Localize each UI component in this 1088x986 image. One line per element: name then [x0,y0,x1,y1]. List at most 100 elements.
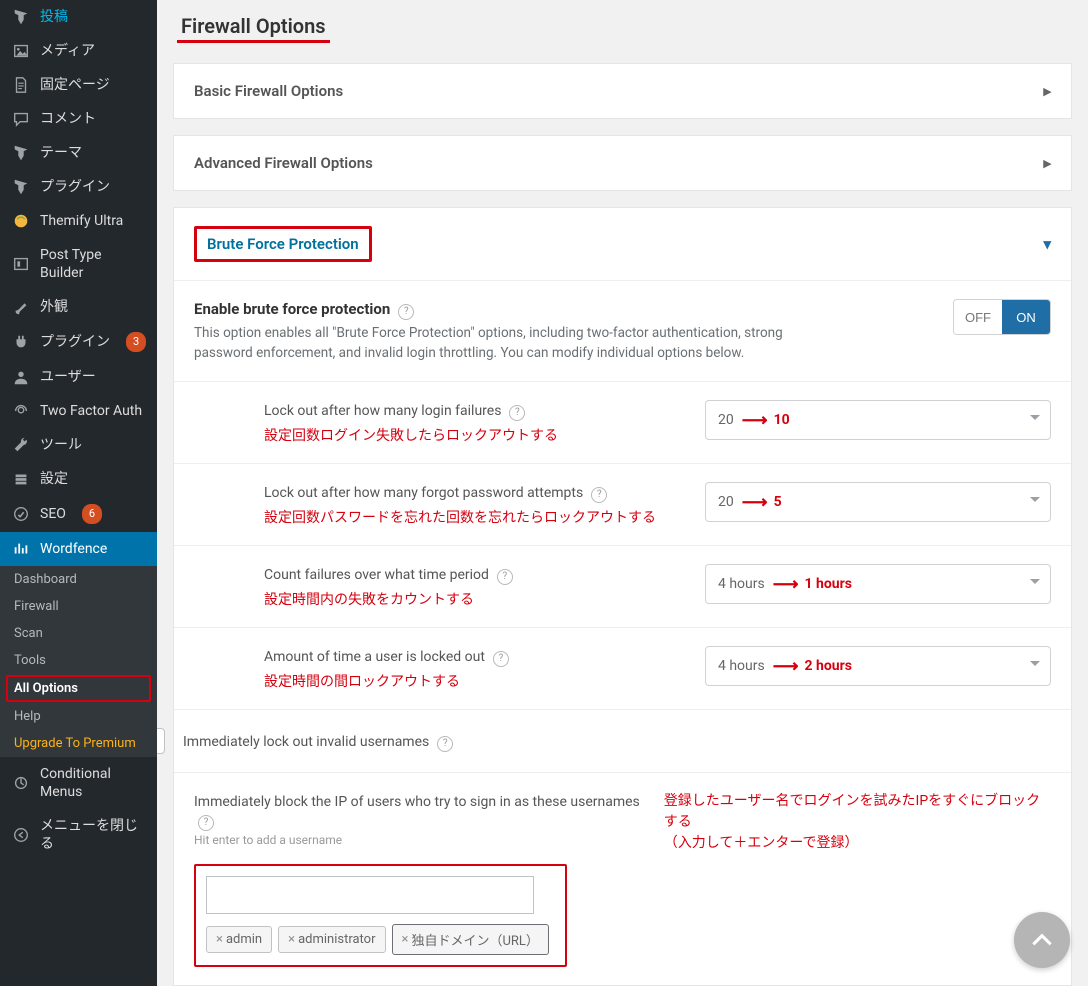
user-icon [12,368,30,386]
panel-advanced[interactable]: Advanced Firewall Options ▸ [173,135,1072,191]
opt-select-3[interactable]: 4 hours ⟶ 2 hours [705,646,1051,686]
username-tag[interactable]: ×admin [206,926,272,953]
sidebar-item-label: ツール [40,436,82,454]
sidebar-post-item-0[interactable]: Conditional Menus [0,757,157,809]
cond-icon [12,774,30,792]
ptb-icon [12,255,30,273]
immediate-invalid-row: Immediately lock out invalid usernames ? [174,710,1071,773]
enable-brute-row: Enable brute force protection ? This opt… [174,281,1071,382]
badge: 6 [82,504,102,524]
block-ip-label: Immediately block the IP of users who tr… [194,794,640,810]
opt-select-2[interactable]: 4 hours ⟶ 1 hours [705,564,1051,604]
sidebar-item-label: SEO [40,505,66,523]
tools-icon [12,436,30,454]
plugin-icon [12,333,30,351]
media-icon [12,42,30,60]
help-icon[interactable]: ? [398,304,414,320]
pin-icon [12,144,30,162]
sidebar-item-3[interactable]: コメント [0,102,157,136]
sidebar-item-10[interactable]: ユーザー [0,360,157,394]
settings-icon [12,470,30,488]
chevron-down-icon [1030,415,1040,425]
wf-icon [12,540,30,558]
sidebar-subitem-5[interactable]: Help [0,703,157,730]
opt-select-1[interactable]: 20 ⟶ 5 [705,482,1051,522]
2fa-icon [12,402,30,420]
sidebar-item-label: テーマ [40,144,82,162]
block-ip-tags-box: ×admin×administrator ×独自ドメイン（URL） [194,864,567,967]
remove-tag-icon[interactable]: × [402,932,409,947]
remove-tag-icon[interactable]: × [288,932,295,947]
opt-label: Lock out after how many forgot password … [264,485,583,501]
chevron-up-icon [1029,927,1055,953]
sidebar-item-0[interactable]: 投稿 [0,0,157,34]
sidebar-subitem-6[interactable]: Upgrade To Premium [0,730,157,757]
page-icon [12,76,30,94]
sidebar-item-8[interactable]: 外観 [0,290,157,324]
sidebar-item-4[interactable]: テーマ [0,136,157,170]
opt-select-0[interactable]: 20 ⟶ 10 [705,400,1051,440]
sidebar-item-14[interactable]: SEO 6 [0,496,157,532]
sidebar-item-2[interactable]: 固定ページ [0,68,157,102]
panel-brute-header[interactable]: Brute Force Protection ▾ [174,208,1071,280]
badge: 3 [126,332,146,352]
select-value: 4 hours [718,576,765,592]
chevron-down-icon: ▾ [1043,235,1051,253]
help-icon[interactable]: ? [437,736,453,752]
panel-basic[interactable]: Basic Firewall Options ▸ [173,63,1072,119]
opt-row-2: Count failures over what time period ? 設… [174,546,1071,628]
sidebar-item-label: Themify Ultra [40,212,123,230]
sidebar-subitem-4[interactable]: All Options [6,675,151,702]
chevron-right-icon: ▸ [1043,82,1051,100]
pin-icon [12,178,30,196]
sidebar-subitem-3[interactable]: Tools [0,647,157,674]
sidebar-item-1[interactable]: メディア [0,34,157,68]
opt-label: Lock out after how many login failures [264,403,501,419]
sidebar-post-item-1[interactable]: メニューを閉じる [0,809,157,861]
username-tag[interactable]: ×独自ドメイン（URL） [392,924,549,955]
panel-basic-label: Basic Firewall Options [194,82,343,100]
sidebar-subitem-0[interactable]: Dashboard [0,566,157,593]
toggle-off[interactable]: OFF [954,300,1002,334]
sidebar-item-label: 外観 [40,298,68,316]
help-icon[interactable]: ? [509,405,525,421]
sidebar-item-label: Post Type Builder [40,246,147,282]
select-value: 20 [718,412,734,428]
enable-brute-toggle[interactable]: OFF ON [953,299,1051,335]
opt-note: 設定回数ログイン失敗したらロックアウトする [264,425,685,445]
help-icon[interactable]: ? [493,651,509,667]
sidebar-item-7[interactable]: Post Type Builder [0,238,157,290]
select-recommended: 2 hours [805,658,852,674]
opt-note: 設定回数パスワードを忘れた回数を忘れたらロックアウトする [264,507,685,527]
arrow-right-icon: ⟶ [742,492,766,513]
sidebar-item-9[interactable]: プラグイン 3 [0,324,157,360]
immediate-invalid-label: Immediately lock out invalid usernames [183,734,429,750]
comment-icon [12,110,30,128]
collapse-icon [12,826,30,844]
scroll-top-button[interactable] [1014,912,1070,968]
sidebar-item-5[interactable]: プラグイン [0,170,157,204]
help-icon[interactable]: ? [198,815,214,831]
chevron-down-icon [1030,497,1040,507]
help-icon[interactable]: ? [497,569,513,585]
sidebar-subitem-1[interactable]: Firewall [0,593,157,620]
help-icon[interactable]: ? [591,487,607,503]
pin-icon [12,8,30,26]
username-tag[interactable]: ×administrator [278,926,385,953]
main-content: Firewall Options Basic Firewall Options … [157,0,1088,986]
toggle-on[interactable]: ON [1002,300,1050,334]
sidebar-subitem-2[interactable]: Scan [0,620,157,647]
block-ip-username-input[interactable] [206,876,534,914]
sidebar-item-11[interactable]: Two Factor Auth [0,394,157,428]
sidebar-item-12[interactable]: ツール [0,428,157,462]
sidebar-item-13[interactable]: 設定 [0,462,157,496]
opt-label: Count failures over what time period [264,567,489,583]
remove-tag-icon[interactable]: × [216,932,223,947]
enable-brute-label: Enable brute force protection [194,300,390,318]
sidebar-item-6[interactable]: Themify Ultra [0,204,157,238]
immediate-invalid-checkbox[interactable] [157,728,165,754]
sidebar-item-label: ユーザー [40,368,96,386]
sidebar-item-15[interactable]: Wordfence [0,532,157,566]
sidebar-item-label: プラグイン [40,178,110,196]
opt-note: 設定時間内の失敗をカウントする [264,589,685,609]
